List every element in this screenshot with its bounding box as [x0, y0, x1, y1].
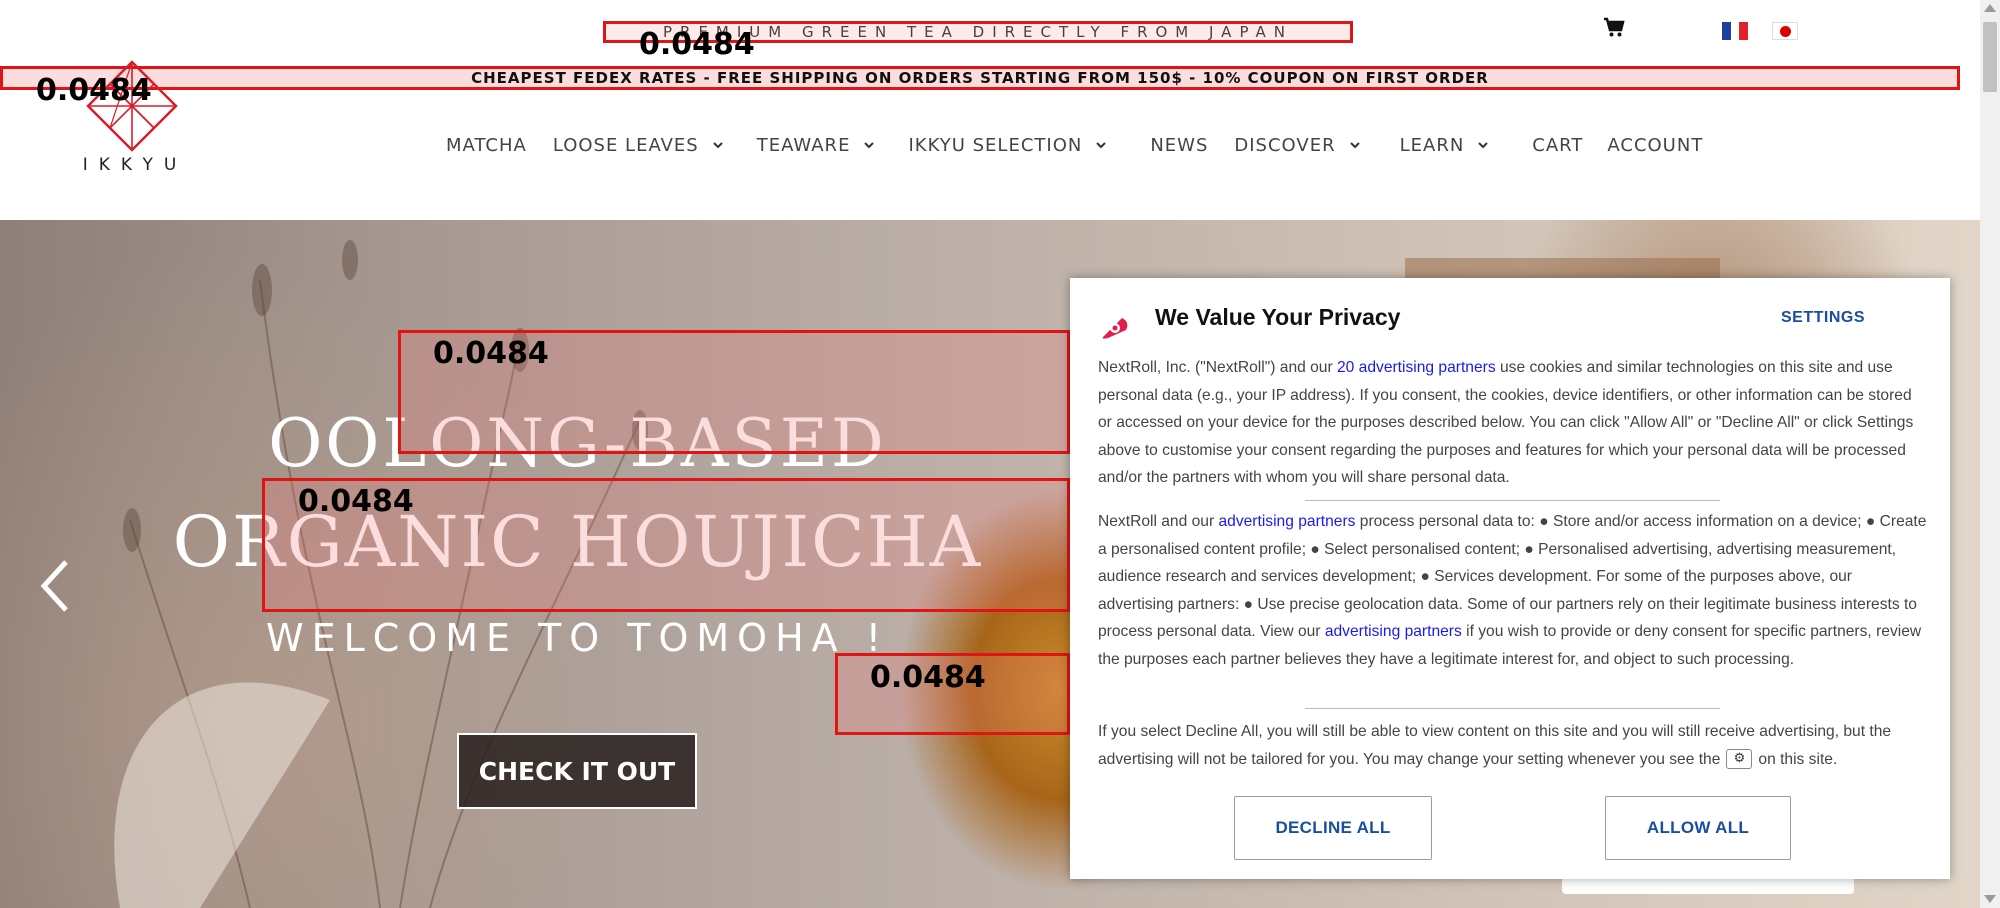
- ikkyu-logo-text: IKKYU: [82, 155, 188, 175]
- chevron-down-icon: [1096, 142, 1107, 149]
- nav-item-label: LOOSE LEAVES: [552, 134, 699, 156]
- nav-item-loose-leaves[interactable]: LOOSE LEAVES: [553, 135, 723, 156]
- nav-item-matcha[interactable]: MATCHA: [446, 135, 527, 156]
- p2-text-b: process personal data to: ● Store and/or…: [1098, 513, 1927, 640]
- privacy-title: We Value Your Privacy: [1155, 304, 1401, 330]
- allow-all-button[interactable]: ALLOW ALL: [1605, 796, 1791, 860]
- nav-item-label: ACCOUNT: [1607, 134, 1704, 156]
- chevron-down-icon: [713, 142, 723, 149]
- divider: [1305, 708, 1720, 709]
- privacy-paragraph-2: NextRoll and our advertising partners pr…: [1098, 508, 1928, 673]
- nav-item-label: MATCHA: [446, 134, 527, 156]
- scroll-up-arrow-icon[interactable]: [1984, 4, 1996, 12]
- settings-link[interactable]: SETTINGS: [1781, 309, 1931, 327]
- p1-text-b: use cookies and similar technologies on …: [1098, 359, 1914, 486]
- nav-item-learn[interactable]: LEARN: [1400, 135, 1489, 156]
- advertising-partners-link[interactable]: advertising partners: [1218, 513, 1355, 530]
- nav-item-label: DISCOVER: [1234, 134, 1336, 156]
- subtitle-score-label: 0.0484: [870, 660, 986, 695]
- chevron-down-icon: [864, 142, 875, 149]
- check-it-out-button[interactable]: CHECK IT OUT: [457, 733, 697, 809]
- p1-text-a: NextRoll, Inc. ("NextRoll") and our: [1098, 359, 1337, 376]
- nav-item-news[interactable]: NEWS: [1150, 135, 1208, 156]
- tagline-score-label: 0.0484: [639, 27, 755, 62]
- shopping-cart-icon[interactable]: [1603, 16, 1625, 38]
- nav-item-ikkyu-selection[interactable]: IKKYU SELECTION: [908, 134, 1107, 156]
- nav-item-label: IKKYU SELECTION: [908, 134, 1083, 156]
- p2-text-a: NextRoll and our: [1098, 513, 1219, 530]
- chevron-down-icon: [1349, 142, 1360, 149]
- chevron-down-icon: [1478, 142, 1489, 149]
- nav-item-cart[interactable]: CART: [1532, 135, 1583, 156]
- divider: [1305, 500, 1720, 501]
- flag-france-icon[interactable]: [1722, 22, 1749, 40]
- nav-item-label: LEARN: [1399, 134, 1465, 156]
- title-score-label-2: 0.0484: [298, 484, 414, 519]
- privacy-paragraph-1: NextRoll, Inc. ("NextRoll") and our 20 a…: [1098, 354, 1928, 492]
- nav-item-teaware[interactable]: TEAWARE: [757, 135, 875, 156]
- p3-text-b: on this site.: [1758, 750, 1838, 768]
- chevron-left-icon[interactable]: [38, 558, 72, 614]
- scrollbar-thumb[interactable]: [1983, 22, 1997, 92]
- advertising-partners-count-link[interactable]: 20 advertising partners: [1337, 359, 1496, 376]
- main-nav: MATCHA LOOSE LEAVES TEAWARE IKKYU SELECT…: [440, 130, 1703, 160]
- logo-score-label: 0.0484: [36, 73, 152, 108]
- advertising-partners-link[interactable]: advertising partners: [1325, 623, 1462, 640]
- title-score-label-1: 0.0484: [433, 336, 549, 371]
- nextroll-settings-icon[interactable]: ⚙: [1726, 749, 1753, 770]
- privacy-consent-dialog: We Value Your Privacy SETTINGS NextRoll,…: [1070, 278, 1950, 879]
- nav-item-label: NEWS: [1150, 134, 1209, 156]
- nextroll-logo-icon: [1098, 314, 1132, 342]
- scroll-down-arrow-icon[interactable]: [1984, 895, 1996, 903]
- nav-item-label: TEAWARE: [756, 134, 851, 156]
- decline-all-button[interactable]: DECLINE ALL: [1234, 796, 1432, 860]
- flag-japan-icon[interactable]: [1772, 22, 1798, 40]
- nav-item-label: CART: [1532, 134, 1584, 156]
- privacy-paragraph-3: If you select Decline All, you will stil…: [1098, 718, 1928, 773]
- nav-item-account[interactable]: ACCOUNT: [1607, 135, 1703, 156]
- shipping-banner: CHEAPEST FEDEX RATES - FREE SHIPPING ON …: [471, 69, 1489, 87]
- nav-item-discover[interactable]: DISCOVER: [1234, 134, 1360, 156]
- page-scrollbar[interactable]: [1980, 0, 2000, 908]
